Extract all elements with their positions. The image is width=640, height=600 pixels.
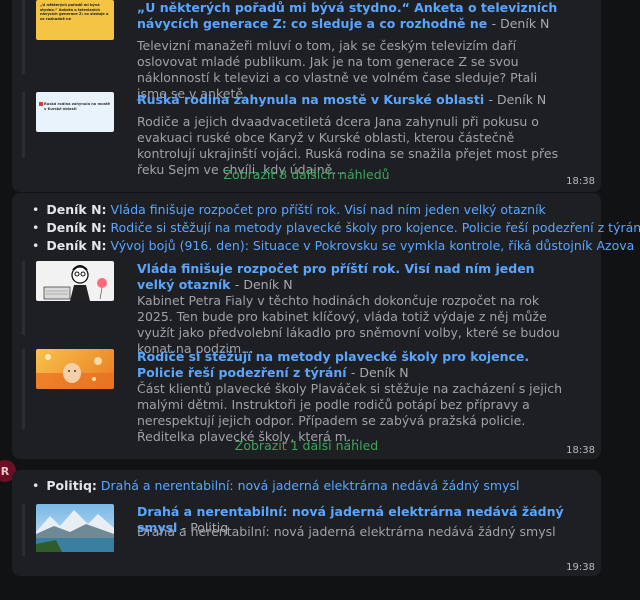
thumbnail-logo bbox=[39, 102, 43, 106]
preview-thumbnail[interactable]: „U některých pořadů mi bývá stydno.“ Ank… bbox=[36, 0, 114, 40]
link-source: Deník N: bbox=[46, 202, 107, 217]
message-timestamp: 19:38 bbox=[566, 562, 595, 573]
preview-source: Deník N bbox=[500, 16, 550, 31]
preview-source: Deník N bbox=[359, 365, 409, 380]
message-card: „U některých pořadů mi bývá stydno.“ Ank… bbox=[12, 0, 601, 192]
message-timestamp: 18:38 bbox=[566, 176, 595, 187]
thumbnail-caption: „U některých pořadů mi bývá stydno.“ Ank… bbox=[40, 3, 109, 21]
preview-title[interactable]: Ruská rodina zahynula na mostě v Kurské … bbox=[137, 92, 484, 107]
list-item: Deník N: Vláda finišuje rozpočet pro pří… bbox=[32, 201, 640, 219]
link-source: Deník N: bbox=[46, 238, 107, 253]
preview-source: Deník N bbox=[243, 277, 293, 292]
list-item: Deník N: Rodiče si stěžují na metody pla… bbox=[32, 219, 640, 237]
preview-title-line: Vláda finišuje rozpočet pro příští rok. … bbox=[137, 261, 535, 292]
preview-title[interactable]: Vláda finišuje rozpočet pro příští rok. … bbox=[137, 261, 535, 292]
article-link[interactable]: Vláda finišuje rozpočet pro příští rok. … bbox=[111, 202, 546, 217]
article-link[interactable]: Vývoj bojů (916. den): Situace v Pokrovs… bbox=[111, 238, 635, 253]
preview-thumbnail[interactable] bbox=[36, 504, 114, 552]
preview-source: Deník N bbox=[496, 92, 547, 107]
preview-thumbnail[interactable] bbox=[36, 261, 114, 301]
preview-title-line: Ruská rodina zahynula na mostě v Kurské … bbox=[137, 92, 547, 107]
article-link[interactable]: Rodiče si stěžují na metody plavecké ško… bbox=[111, 220, 640, 235]
link-preview: Ruská rodina zahynula na mostě v Kurské … bbox=[22, 92, 565, 177]
preview-description: Kabinet Petra Fialy v těchto hodinách do… bbox=[137, 293, 560, 356]
link-source: Deník N: bbox=[46, 220, 107, 235]
link-preview: Drahá a nerentabilní: nová jaderná elekt… bbox=[22, 504, 565, 556]
link-preview: „U některých pořadů mi bývá stydno.“ Ank… bbox=[22, 0, 565, 101]
show-more-previews-button[interactable]: Zobrazit 1 další náhled bbox=[12, 438, 601, 453]
preview-title[interactable]: Rodiče si stěžují na metody plavecké ško… bbox=[137, 349, 529, 380]
cartoon-illustration bbox=[43, 265, 107, 301]
link-list: Deník N: Vláda finišuje rozpočet pro pří… bbox=[32, 201, 640, 255]
baby-swimming-photo bbox=[36, 354, 114, 389]
preview-thumbnail[interactable]: Ruská rodina zahynula na mostě v Kurské … bbox=[36, 92, 114, 132]
preview-description: Drahá a nerentabilní: nová jaderná elekt… bbox=[137, 524, 556, 539]
preview-title-line: „U některých pořadů mi bývá stydno.“ Ank… bbox=[137, 0, 558, 31]
preview-thumbnail[interactable] bbox=[36, 349, 114, 389]
message-card: Deník N: Vláda finišuje rozpočet pro pří… bbox=[12, 193, 640, 459]
list-item: Politiq: Drahá a nerentabilní: nová jade… bbox=[32, 477, 519, 495]
message-card: Politiq: Drahá a nerentabilní: nová jade… bbox=[12, 470, 601, 576]
thumbnail-caption: Ruská rodina zahynula na mostě v Kurské … bbox=[44, 102, 110, 111]
article-link[interactable]: Drahá a nerentabilní: nová jaderná elekt… bbox=[101, 478, 520, 493]
link-source: Politiq: bbox=[46, 478, 97, 493]
show-more-previews-button[interactable]: Zobrazit 8 dalších náhledů bbox=[12, 167, 601, 182]
message-timestamp: 18:38 bbox=[566, 445, 595, 456]
mountain-lake-photo bbox=[36, 510, 114, 552]
list-item: Deník N: Vývoj bojů (916. den): Situace … bbox=[32, 237, 640, 255]
link-preview: Rodiče si stěžují na metody plavecké ško… bbox=[22, 349, 565, 444]
preview-description: Část klientů plavecké školy Plaváček si … bbox=[137, 381, 563, 444]
preview-title-line: Rodiče si stěžují na metody plavecké ško… bbox=[137, 349, 530, 380]
link-preview: Vláda finišuje rozpočet pro příští rok. … bbox=[22, 261, 565, 356]
link-list: Politiq: Drahá a nerentabilní: nová jade… bbox=[32, 477, 519, 495]
